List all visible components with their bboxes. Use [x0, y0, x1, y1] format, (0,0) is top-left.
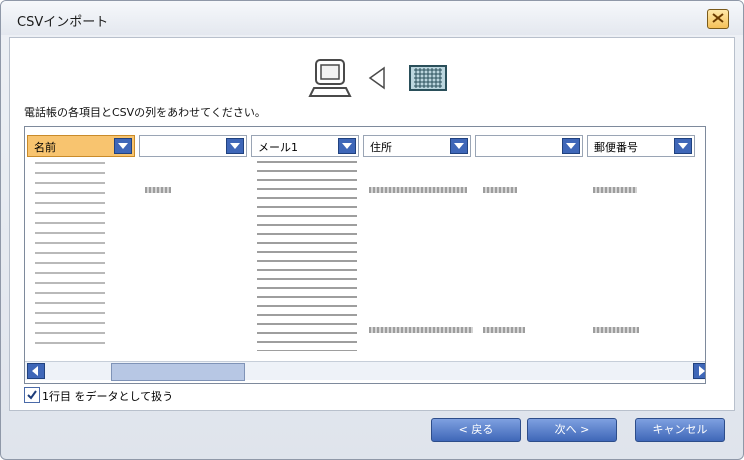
blurred-mail-column	[257, 159, 357, 351]
blurred-cell	[369, 187, 467, 193]
csv-preview-grid[interactable]: 名前 メール1 住所 郵便番号	[24, 126, 706, 384]
chevron-down-icon[interactable]	[338, 138, 356, 154]
grid-icon	[409, 65, 447, 91]
window-title: CSVインポート	[17, 15, 109, 30]
close-icon	[712, 13, 724, 23]
back-button[interactable]: < 戻る	[431, 418, 521, 442]
blurred-cell	[593, 327, 639, 333]
instruction-text: 電話帳の各項目とCSVの列をあわせてください。	[24, 106, 266, 119]
column-header-5[interactable]: 郵便番号	[587, 135, 695, 157]
check-icon	[27, 390, 37, 400]
column-header-5-label: 郵便番号	[594, 141, 638, 154]
chevron-down-icon[interactable]	[114, 138, 132, 154]
blurred-name-column	[35, 159, 105, 351]
first-row-checkbox-label: 1行目 をデータとして扱う	[42, 390, 174, 403]
blurred-cell	[145, 187, 171, 193]
left-arrow-icon	[368, 66, 385, 90]
horizontal-scrollbar[interactable]	[25, 361, 705, 381]
first-row-checkbox[interactable]	[24, 387, 40, 403]
cancel-button[interactable]: キャンセル	[635, 418, 725, 442]
column-header-3[interactable]: 住所	[363, 135, 471, 157]
horizontal-scroll-thumb[interactable]	[111, 363, 245, 381]
blurred-cell	[483, 187, 517, 193]
column-header-0-label: 名前	[34, 141, 56, 154]
titlebar: CSVインポート	[1, 1, 743, 35]
chevron-down-icon[interactable]	[674, 138, 692, 154]
blurred-cell	[483, 327, 525, 333]
chevron-down-icon[interactable]	[226, 138, 244, 154]
column-header-3-label: 住所	[370, 141, 392, 154]
chevron-down-icon[interactable]	[450, 138, 468, 154]
content-panel: 電話帳の各項目とCSVの列をあわせてください。 名前 メール1 住所 郵便番号 …	[9, 37, 735, 411]
column-header-2-label: メール1	[258, 141, 298, 154]
column-header-0[interactable]: 名前	[27, 135, 135, 157]
computer-icon	[308, 59, 352, 97]
first-row-option[interactable]: 1行目 をデータとして扱う	[24, 386, 184, 404]
column-header-4[interactable]	[475, 135, 583, 157]
next-button[interactable]: 次へ >	[527, 418, 617, 442]
close-button[interactable]	[707, 9, 729, 29]
blurred-cell	[593, 187, 637, 193]
chevron-down-icon[interactable]	[562, 138, 580, 154]
scroll-left-icon[interactable]	[27, 363, 45, 379]
csv-import-window: CSVインポート 電話帳の各項目とCSVの列をあわせてください。 名前 メール1…	[0, 0, 744, 460]
import-illustration	[308, 59, 447, 97]
column-header-1[interactable]	[139, 135, 247, 157]
blurred-cell	[369, 327, 473, 333]
scroll-right-icon[interactable]	[693, 363, 705, 379]
column-header-2[interactable]: メール1	[251, 135, 359, 157]
